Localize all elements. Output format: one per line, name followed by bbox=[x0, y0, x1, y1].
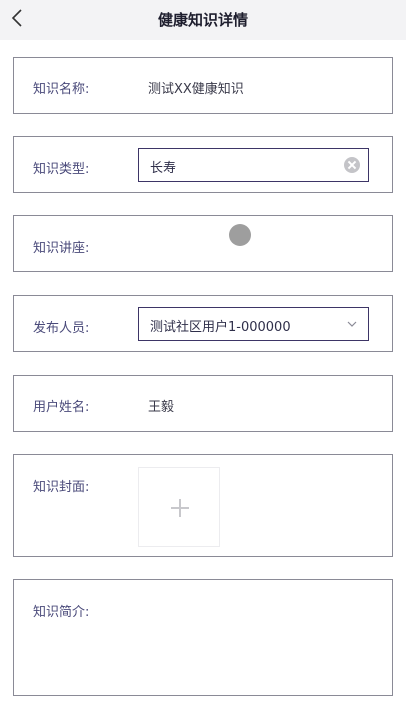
name-row: 知识名称: 测试XX健康知识 bbox=[13, 57, 393, 114]
username-row: 用户姓名: 王毅 bbox=[13, 375, 393, 432]
cover-label: 知识封面: bbox=[33, 480, 90, 495]
type-label: 知识类型: bbox=[33, 162, 90, 177]
page-title: 健康知识详情 bbox=[157, 11, 248, 29]
publisher-label: 发布人员: bbox=[33, 321, 90, 336]
lecture-row[interactable]: 知识讲座: bbox=[13, 215, 393, 272]
intro-label: 知识简介: bbox=[33, 605, 90, 620]
lecture-label: 知识讲座: bbox=[33, 241, 90, 256]
publisher-select-value: 测试社区用户1-000000 bbox=[150, 320, 291, 335]
name-label: 知识名称: bbox=[33, 82, 90, 97]
username-label: 用户姓名: bbox=[33, 400, 90, 415]
cover-upload-button[interactable] bbox=[138, 467, 220, 547]
cover-row: 知识封面: bbox=[13, 454, 393, 557]
loading-indicator-icon bbox=[229, 224, 251, 246]
clear-circle-icon[interactable] bbox=[344, 157, 360, 173]
intro-row[interactable]: 知识简介: bbox=[13, 579, 393, 696]
type-input-value: 长寿 bbox=[150, 161, 177, 176]
publisher-select[interactable]: 测试社区用户1-000000 bbox=[138, 307, 369, 341]
name-value: 测试XX健康知识 bbox=[148, 82, 244, 97]
chevron-down-icon[interactable] bbox=[346, 318, 358, 330]
publisher-row: 发布人员: 测试社区用户1-000000 bbox=[13, 295, 393, 352]
type-input[interactable]: 长寿 bbox=[138, 148, 369, 182]
top-bar: 健康知识详情 bbox=[0, 0, 406, 40]
type-row: 知识类型: 长寿 bbox=[13, 136, 393, 193]
username-value: 王毅 bbox=[148, 400, 175, 415]
